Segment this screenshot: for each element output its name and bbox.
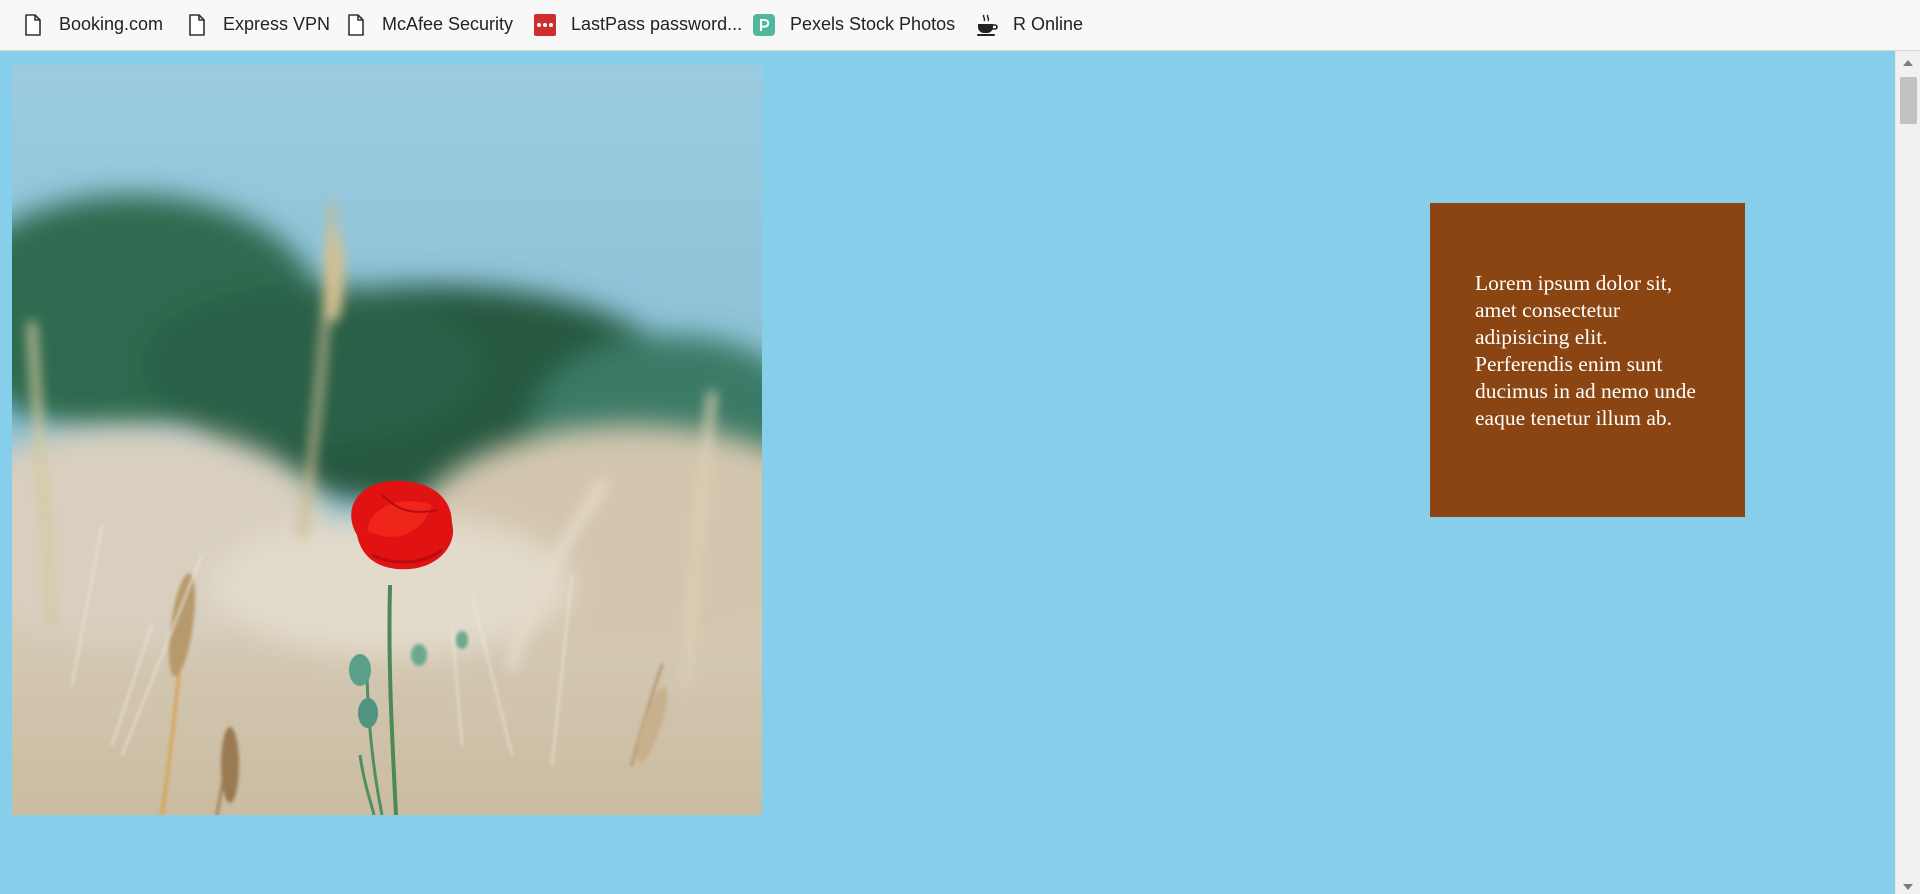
pexels-icon	[752, 13, 776, 37]
page-icon	[21, 13, 45, 37]
bookmark-lastpass[interactable]: LastPass password...	[533, 0, 742, 49]
bookmark-booking[interactable]: Booking.com	[21, 0, 163, 49]
bookmark-label: Express VPN	[223, 14, 331, 34]
bookmark-label: R Online	[1013, 14, 1084, 34]
lorem-paragraph: Lorem ipsum dolor sit, amet consectetur …	[1475, 271, 1696, 430]
bookmark-label: McAfee Security	[382, 14, 514, 34]
poppy-wheat-photo	[12, 65, 762, 815]
lastpass-icon	[533, 13, 557, 37]
bookmark-mcafee[interactable]: McAfee Security	[344, 0, 513, 49]
bookmark-label: Pexels Stock Photos	[790, 14, 956, 34]
vertical-scrollbar[interactable]	[1895, 51, 1920, 894]
bookmark-r-online[interactable]: R Online	[975, 0, 1083, 49]
bookmark-pexels[interactable]: Pexels Stock Photos	[752, 0, 955, 49]
page-icon	[185, 13, 209, 37]
page-icon	[344, 13, 368, 37]
bookmark-label: LastPass password...	[571, 14, 743, 34]
scroll-down-arrow-icon[interactable]	[1903, 884, 1913, 890]
scroll-up-arrow-icon[interactable]	[1903, 60, 1913, 66]
bookmarks-bar: Booking.com Express VPN McAfee Security …	[0, 0, 1920, 51]
page-viewport: Lorem ipsum dolor sit, amet consectetur …	[0, 51, 1895, 894]
scroll-thumb[interactable]	[1900, 77, 1917, 124]
bookmark-express-vpn[interactable]: Express VPN	[185, 0, 330, 49]
lorem-text-box: Lorem ipsum dolor sit, amet consectetur …	[1430, 203, 1745, 517]
coffee-cup-icon	[975, 13, 999, 37]
bookmark-label: Booking.com	[59, 14, 164, 34]
